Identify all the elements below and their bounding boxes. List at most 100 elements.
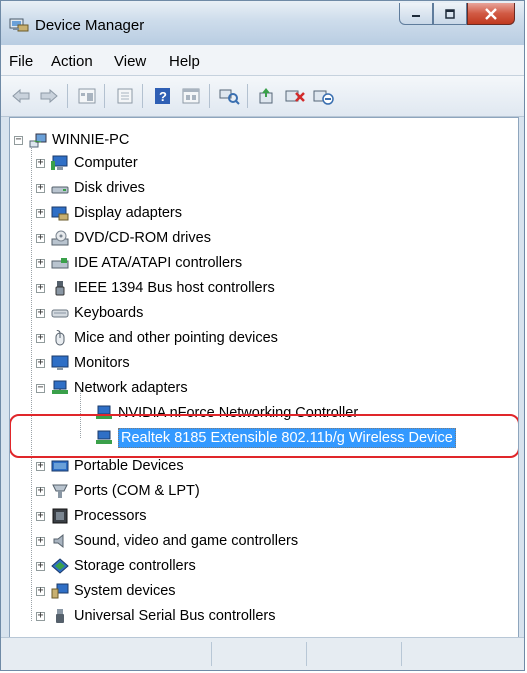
expand-toggle[interactable]: +: [36, 258, 45, 268]
tree-item[interactable]: + Universal Serial Bus controllers: [36, 605, 275, 627]
usb-icon: [56, 609, 64, 623]
minimize-button[interactable]: [399, 3, 433, 25]
computer-icon: [51, 155, 68, 170]
expand-toggle[interactable]: +: [36, 183, 45, 193]
scan-hardware-button[interactable]: [217, 84, 241, 108]
display-adapter-icon: [51, 206, 69, 221]
expand-toggle[interactable]: +: [36, 308, 45, 318]
toolbar-separator: [67, 84, 68, 108]
tree-item[interactable]: + System devices: [36, 580, 176, 602]
close-button[interactable]: [467, 3, 515, 25]
close-icon: [485, 7, 497, 20]
keyboard-icon: [51, 309, 69, 318]
tree-item[interactable]: + DVD/CD-ROM drives: [36, 227, 211, 249]
expand-toggle[interactable]: +: [36, 586, 45, 596]
processor-icon: [52, 508, 68, 524]
collapse-toggle[interactable]: −: [36, 383, 45, 393]
toolbar: ?: [1, 76, 524, 117]
forward-button[interactable]: [37, 84, 61, 108]
expand-toggle[interactable]: +: [36, 536, 45, 546]
dvd-drive-icon: [51, 230, 69, 246]
category-label: Keyboards: [74, 305, 144, 321]
menu-help[interactable]: Help: [169, 53, 200, 70]
forward-icon: [40, 88, 58, 104]
device-manager-window: Device Manager File Action View Help ? −…: [0, 0, 525, 671]
tree-item[interactable]: + Sound, video and game controllers: [36, 530, 298, 552]
tree-item[interactable]: + Ports (COM & LPT): [36, 480, 200, 502]
category-label: Storage controllers: [74, 558, 196, 574]
tree-item[interactable]: + IEEE 1394 Bus host controllers: [36, 277, 275, 299]
network-adapter-icon: [52, 380, 68, 394]
speaker-icon: [53, 533, 64, 549]
uninstall-button[interactable]: [283, 84, 307, 108]
expand-toggle[interactable]: +: [36, 511, 45, 521]
tree-item[interactable]: + Disk drives: [36, 177, 145, 199]
tree-item[interactable]: + Keyboards: [36, 302, 143, 324]
tree-item[interactable]: + Computer: [36, 152, 138, 174]
menu-bar: File Action View Help: [1, 45, 524, 76]
system-device-icon: [51, 583, 69, 599]
disk-drive-icon: [51, 186, 69, 194]
toolbar-separator: [142, 84, 143, 108]
expand-toggle[interactable]: +: [36, 358, 45, 368]
tree-item[interactable]: + Processors: [36, 505, 147, 527]
menu-action[interactable]: Action: [51, 53, 93, 70]
tree-item[interactable]: + Storage controllers: [36, 555, 196, 577]
category-label: Disk drives: [74, 180, 145, 196]
disable-button[interactable]: [311, 84, 335, 108]
expand-toggle[interactable]: +: [36, 561, 45, 571]
category-label: Ports (COM & LPT): [74, 483, 200, 499]
svg-text:?: ?: [159, 89, 167, 104]
toolbar-separator: [247, 84, 248, 108]
maximize-icon: [445, 8, 455, 19]
tree-item[interactable]: + IDE ATA/ATAPI controllers: [36, 252, 242, 274]
expand-toggle[interactable]: +: [36, 611, 45, 621]
menu-view[interactable]: View: [114, 53, 146, 70]
collapse-toggle[interactable]: −: [14, 135, 23, 145]
update-driver-button[interactable]: [255, 84, 279, 108]
computer-network-icon: [29, 133, 47, 148]
tree-root[interactable]: − WINNIE-PC: [14, 129, 129, 151]
console-button[interactable]: [179, 84, 203, 108]
window-title: Device Manager: [35, 17, 145, 34]
status-segment: [211, 642, 307, 666]
expand-toggle[interactable]: +: [36, 233, 45, 243]
port-icon: [52, 484, 68, 498]
category-label: System devices: [74, 583, 176, 599]
menu-file[interactable]: File: [9, 53, 33, 70]
category-label: DVD/CD-ROM drives: [74, 230, 211, 246]
help-button[interactable]: ?: [151, 84, 175, 108]
back-button[interactable]: [9, 84, 33, 108]
help-icon: ?: [155, 88, 170, 104]
show-hide-icon: [117, 88, 133, 104]
expand-toggle[interactable]: +: [36, 283, 45, 293]
expand-toggle[interactable]: +: [36, 208, 45, 218]
tree-item[interactable]: + Mice and other pointing devices: [36, 327, 278, 349]
uninstall-icon: [285, 90, 305, 102]
highlight-ring: [10, 414, 518, 458]
device-tree[interactable]: − WINNIE-PC + Computer + Disk drives + D…: [9, 117, 519, 639]
category-label: Mice and other pointing devices: [74, 330, 278, 346]
toolbar-separator: [104, 84, 105, 108]
back-icon: [12, 88, 30, 104]
tree-item[interactable]: + Monitors: [36, 352, 130, 374]
tree-item[interactable]: + Display adapters: [36, 202, 182, 224]
status-bar: [1, 637, 524, 670]
show-hide-button[interactable]: [113, 84, 137, 108]
category-label: Network adapters: [74, 380, 188, 396]
maximize-button[interactable]: [433, 3, 467, 25]
scan-hardware-icon: [219, 89, 240, 105]
title-bar[interactable]: Device Manager: [1, 1, 524, 45]
tree-item-network-adapters[interactable]: − Network adapters: [36, 377, 188, 399]
update-driver-icon: [259, 88, 273, 104]
expand-toggle[interactable]: +: [36, 158, 45, 168]
minimize-icon: [412, 14, 420, 17]
tree-item[interactable]: + Portable Devices: [36, 455, 184, 477]
category-label: Monitors: [74, 355, 130, 371]
firewire-icon: [55, 281, 65, 296]
category-label: IDE ATA/ATAPI controllers: [74, 255, 243, 271]
properties-button[interactable]: [75, 84, 99, 108]
expand-toggle[interactable]: +: [36, 461, 45, 471]
expand-toggle[interactable]: +: [36, 486, 45, 496]
expand-toggle[interactable]: +: [36, 333, 45, 343]
